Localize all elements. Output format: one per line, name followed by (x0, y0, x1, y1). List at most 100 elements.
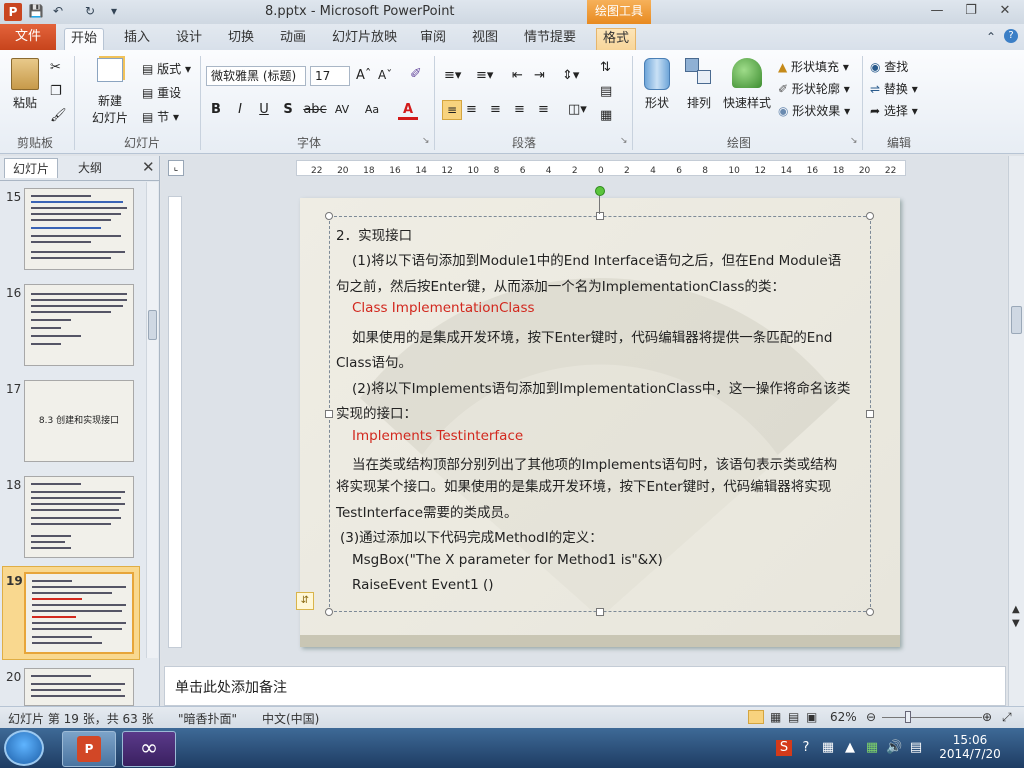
tab-selector-icon[interactable]: ⌞ (168, 160, 184, 176)
slide-sorter-icon[interactable]: ▦ (770, 710, 781, 724)
paste-button[interactable]: 粘贴 (8, 58, 42, 111)
zoom-in-icon[interactable]: ⊕ (982, 710, 992, 724)
signal-icon[interactable]: ▤ (908, 740, 924, 756)
slide-vertical-scrollbar[interactable]: ▲ ▼ (1008, 156, 1024, 706)
network-tray-icon[interactable]: ▦ (864, 740, 880, 756)
tab-file[interactable]: 文件 (0, 24, 56, 50)
close-button[interactable]: ✕ (990, 2, 1020, 20)
font-name-select[interactable]: 微软雅黑 (标题) (206, 66, 306, 86)
text-direction-icon[interactable]: ⇅ (600, 60, 611, 75)
resize-handle[interactable] (866, 212, 874, 220)
font-dialog-launcher-icon[interactable]: ↘ (422, 136, 430, 146)
system-clock[interactable]: 15:06 2014/7/20 (928, 733, 1012, 761)
minimize-button[interactable]: — (922, 2, 952, 20)
ime-icon[interactable]: S (776, 740, 792, 756)
slide-thumbnail[interactable] (24, 284, 134, 366)
resize-handle[interactable] (866, 608, 874, 616)
zoom-out-icon[interactable]: ⊖ (866, 710, 876, 724)
increase-indent-icon[interactable]: ⇥ (534, 68, 545, 83)
tab-home[interactable]: 开始 (64, 28, 105, 50)
underline-button[interactable]: U (254, 100, 274, 120)
align-text-icon[interactable]: ▤ (600, 84, 612, 99)
volume-icon[interactable]: 🔊 (886, 740, 902, 756)
vertical-ruler[interactable] (168, 196, 182, 648)
tab-insert[interactable]: 插入 (118, 28, 156, 50)
drawing-dialog-launcher-icon[interactable]: ↘ (850, 136, 858, 146)
save-icon[interactable]: 💾 (28, 3, 44, 19)
bold-button[interactable]: B (206, 100, 226, 120)
zoom-slider[interactable] (882, 717, 982, 718)
reading-view-icon[interactable]: ▤ (788, 710, 799, 724)
section-button[interactable]: ▤ 节 ▾ (142, 108, 179, 125)
replace-button[interactable]: ⇌ 替换 ▾ (870, 80, 918, 97)
tab-slides-pane[interactable]: 幻灯片 (4, 158, 59, 178)
restore-button[interactable]: ❐ (956, 2, 986, 20)
decrease-indent-icon[interactable]: ⇤ (512, 68, 523, 83)
resize-handle[interactable] (325, 212, 333, 220)
autofit-options-icon[interactable]: ⇵ (296, 592, 314, 610)
strikethrough-button[interactable]: abc (302, 100, 328, 120)
layout-button[interactable]: ▤ 版式 ▾ (142, 60, 191, 77)
clear-format-icon[interactable]: ✐ (410, 66, 422, 82)
tab-format[interactable]: 格式 (596, 28, 637, 50)
format-painter-icon[interactable]: 🖌 (50, 108, 67, 123)
slide-thumbnail[interactable] (24, 476, 134, 558)
rotate-handle[interactable] (595, 186, 605, 196)
notes-pane[interactable]: 单击此处添加备注 (164, 666, 1006, 706)
quick-styles-button[interactable]: 快速样式 (720, 58, 774, 111)
windows-tray-icon[interactable]: ▦ (820, 740, 836, 756)
powerpoint-taskbar-button[interactable]: P (62, 731, 116, 767)
tab-transitions[interactable]: 切换 (222, 28, 260, 50)
shape-outline-button[interactable]: ✐ 形状轮廓 ▾ (778, 80, 850, 97)
change-case-button[interactable]: Aa (360, 100, 384, 120)
slide-thumbnail[interactable] (24, 188, 134, 270)
tab-outline-pane[interactable]: 大纲 (70, 158, 110, 178)
help-tray-icon[interactable]: ? (798, 740, 814, 756)
justify-button[interactable]: ≡ (514, 102, 525, 117)
shapes-button[interactable]: 形状 (640, 58, 674, 111)
horizontal-ruler[interactable]: 22 20 18 16 14 12 10 8 6 4 2 0 2 4 6 8 10 12 14 16 18 20 22 (296, 160, 906, 176)
close-pane-icon[interactable]: ✕ (142, 158, 155, 176)
select-button[interactable]: ➦ 选择 ▾ (870, 102, 918, 119)
cut-icon[interactable]: ✂ (50, 60, 61, 75)
customize-qat-icon[interactable]: ▾ (106, 3, 122, 19)
zoom-slider-thumb[interactable] (905, 711, 911, 723)
undo-icon[interactable]: ↶ (50, 3, 66, 19)
shape-effects-button[interactable]: ◉ 形状效果 ▾ (778, 102, 850, 119)
redo-icon[interactable]: ↻ (82, 3, 98, 19)
grow-font-icon[interactable]: Aˆ (356, 68, 371, 83)
tab-storyboard[interactable]: 情节提要 (518, 28, 582, 50)
paragraph-dialog-launcher-icon[interactable]: ↘ (620, 136, 628, 146)
bullets-icon[interactable]: ≡▾ (444, 68, 461, 83)
resize-handle[interactable] (325, 608, 333, 616)
arrange-button[interactable]: 排列 (682, 58, 716, 111)
zoom-level[interactable]: 62% (830, 710, 857, 724)
tab-animations[interactable]: 动画 (274, 28, 312, 50)
new-slide-button[interactable]: 新建 幻灯片 (86, 58, 134, 126)
scrollbar-thumb[interactable] (1011, 306, 1022, 334)
tab-slideshow[interactable]: 幻灯片放映 (326, 28, 403, 50)
fit-to-window-icon[interactable]: ⤢ (1002, 710, 1012, 725)
help-icon[interactable]: ? (1004, 29, 1018, 43)
next-slide-icon[interactable]: ▼ (1012, 618, 1020, 629)
numbering-icon[interactable]: ≡▾ (476, 68, 493, 83)
font-size-select[interactable]: 17 (310, 66, 350, 86)
normal-view-icon[interactable] (748, 710, 764, 724)
line-spacing-icon[interactable]: ⇕▾ (562, 68, 579, 83)
slide-thumbnail[interactable] (24, 668, 134, 706)
char-spacing-button[interactable]: AV (330, 100, 354, 120)
find-button[interactable]: ◉ 查找 (870, 58, 908, 75)
previous-slide-icon[interactable]: ▲ (1012, 604, 1020, 615)
resize-handle[interactable] (596, 212, 604, 220)
start-button[interactable] (4, 730, 44, 766)
smartart-icon[interactable]: ▦ (600, 108, 612, 123)
align-center-button[interactable]: ≡ (466, 102, 477, 117)
slide-thumbnail[interactable]: 8.3 创建和实现接口 (24, 380, 134, 462)
shadow-button[interactable]: S (278, 100, 298, 120)
collapse-ribbon-icon[interactable]: ⌃ (986, 30, 996, 44)
scrollbar-thumb[interactable] (148, 310, 157, 340)
copy-icon[interactable]: ❐ (50, 84, 62, 99)
resize-handle[interactable] (325, 410, 333, 418)
distributed-button[interactable]: ≡ (538, 102, 549, 117)
tab-view[interactable]: 视图 (466, 28, 504, 50)
